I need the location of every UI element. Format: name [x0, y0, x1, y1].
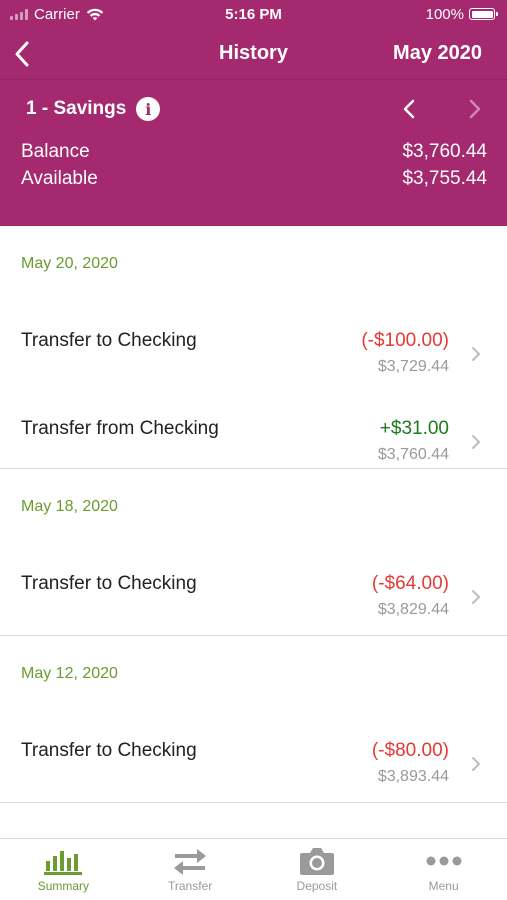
info-icon[interactable]: i: [136, 97, 161, 121]
date-header: May 20, 2020: [21, 255, 118, 272]
tab-label: Summary: [37, 878, 90, 893]
more-dots-icon: [426, 856, 462, 865]
balance-row: Balance $3,760.44: [21, 138, 487, 165]
tab-transfer[interactable]: Transfer: [127, 839, 254, 900]
transaction-list: May 20, 2020 Transfer to Checking (-$100…: [0, 226, 507, 803]
balance-value: $3,760.44: [402, 140, 487, 162]
transaction-description: Transfer to Checking: [21, 573, 197, 594]
status-bar: Carrier 5:16 PM 100%: [0, 0, 507, 28]
chevron-right-icon: [472, 590, 480, 604]
available-row: Available $3,755.44: [21, 165, 487, 192]
tab-label: Transfer: [168, 878, 213, 893]
transaction-balance: $3,893.44: [377, 768, 449, 785]
transaction-amount: (-$64.00): [371, 573, 449, 594]
nav-bar: History May 2020: [0, 28, 507, 80]
chevron-right-icon: [472, 347, 480, 361]
available-label: Available: [21, 167, 98, 189]
chevron-right-icon: [472, 757, 480, 771]
tab-menu[interactable]: Menu: [380, 839, 507, 900]
bar-chart-icon: [44, 850, 83, 875]
month-selector[interactable]: May 2020: [393, 42, 482, 65]
transaction-description: Transfer to Checking: [21, 740, 197, 761]
tab-deposit[interactable]: Deposit: [254, 839, 381, 900]
chevron-left-icon: [403, 99, 415, 119]
wifi-icon: [86, 8, 104, 20]
transaction-balance: $3,729.44: [377, 358, 449, 375]
battery-icon: [469, 8, 498, 20]
date-header: May 18, 2020: [21, 498, 118, 515]
date-header: May 12, 2020: [21, 665, 118, 682]
back-button[interactable]: [14, 40, 38, 68]
balance-label: Balance: [21, 140, 90, 162]
tab-bar: Summary Transfer Deposit Menu: [0, 838, 507, 900]
transaction-amount: (-$100.00): [361, 330, 449, 351]
signal-icon: [10, 8, 28, 20]
carrier-label: Carrier: [34, 5, 80, 23]
chevron-left-icon: [15, 41, 29, 67]
camera-icon: [299, 847, 334, 875]
chevron-right-icon: [469, 99, 481, 119]
transaction-amount: +$31.00: [379, 418, 449, 439]
transaction-row[interactable]: Transfer to Checking (-$100.00) $3,729.4…: [0, 302, 507, 390]
status-time: 5:16 PM: [225, 5, 282, 23]
transaction-amount: (-$80.00): [371, 740, 449, 761]
section-divider: [0, 802, 507, 803]
battery-percent: 100%: [425, 5, 464, 23]
chevron-right-icon: [472, 435, 480, 449]
tab-summary[interactable]: Summary: [0, 839, 127, 900]
transfer-arrows-icon: [174, 848, 207, 875]
transaction-balance: $3,760.44: [377, 446, 449, 463]
transaction-description: Transfer from Checking: [21, 418, 219, 439]
tab-label: Menu: [428, 878, 459, 893]
available-value: $3,755.44: [402, 167, 487, 189]
transaction-balance: $3,829.44: [377, 601, 449, 618]
account-balances: Balance $3,760.44 Available $3,755.44: [0, 138, 507, 192]
transaction-row[interactable]: Transfer to Checking (-$64.00) $3,829.44: [0, 545, 507, 633]
tab-label: Deposit: [296, 878, 338, 893]
account-name: 1 - Savings: [26, 98, 127, 119]
account-selector: 1 - Savings i: [0, 80, 507, 138]
transaction-row[interactable]: Transfer from Checking +$31.00 $3,760.44: [0, 390, 507, 478]
transaction-row[interactable]: Transfer to Checking (-$80.00) $3,893.44: [0, 712, 507, 800]
transaction-description: Transfer to Checking: [21, 330, 197, 351]
previous-account-button[interactable]: [399, 97, 419, 121]
next-account-button[interactable]: [465, 97, 485, 121]
app-header: Carrier 5:16 PM 100% History May 2020 1 …: [0, 0, 507, 226]
